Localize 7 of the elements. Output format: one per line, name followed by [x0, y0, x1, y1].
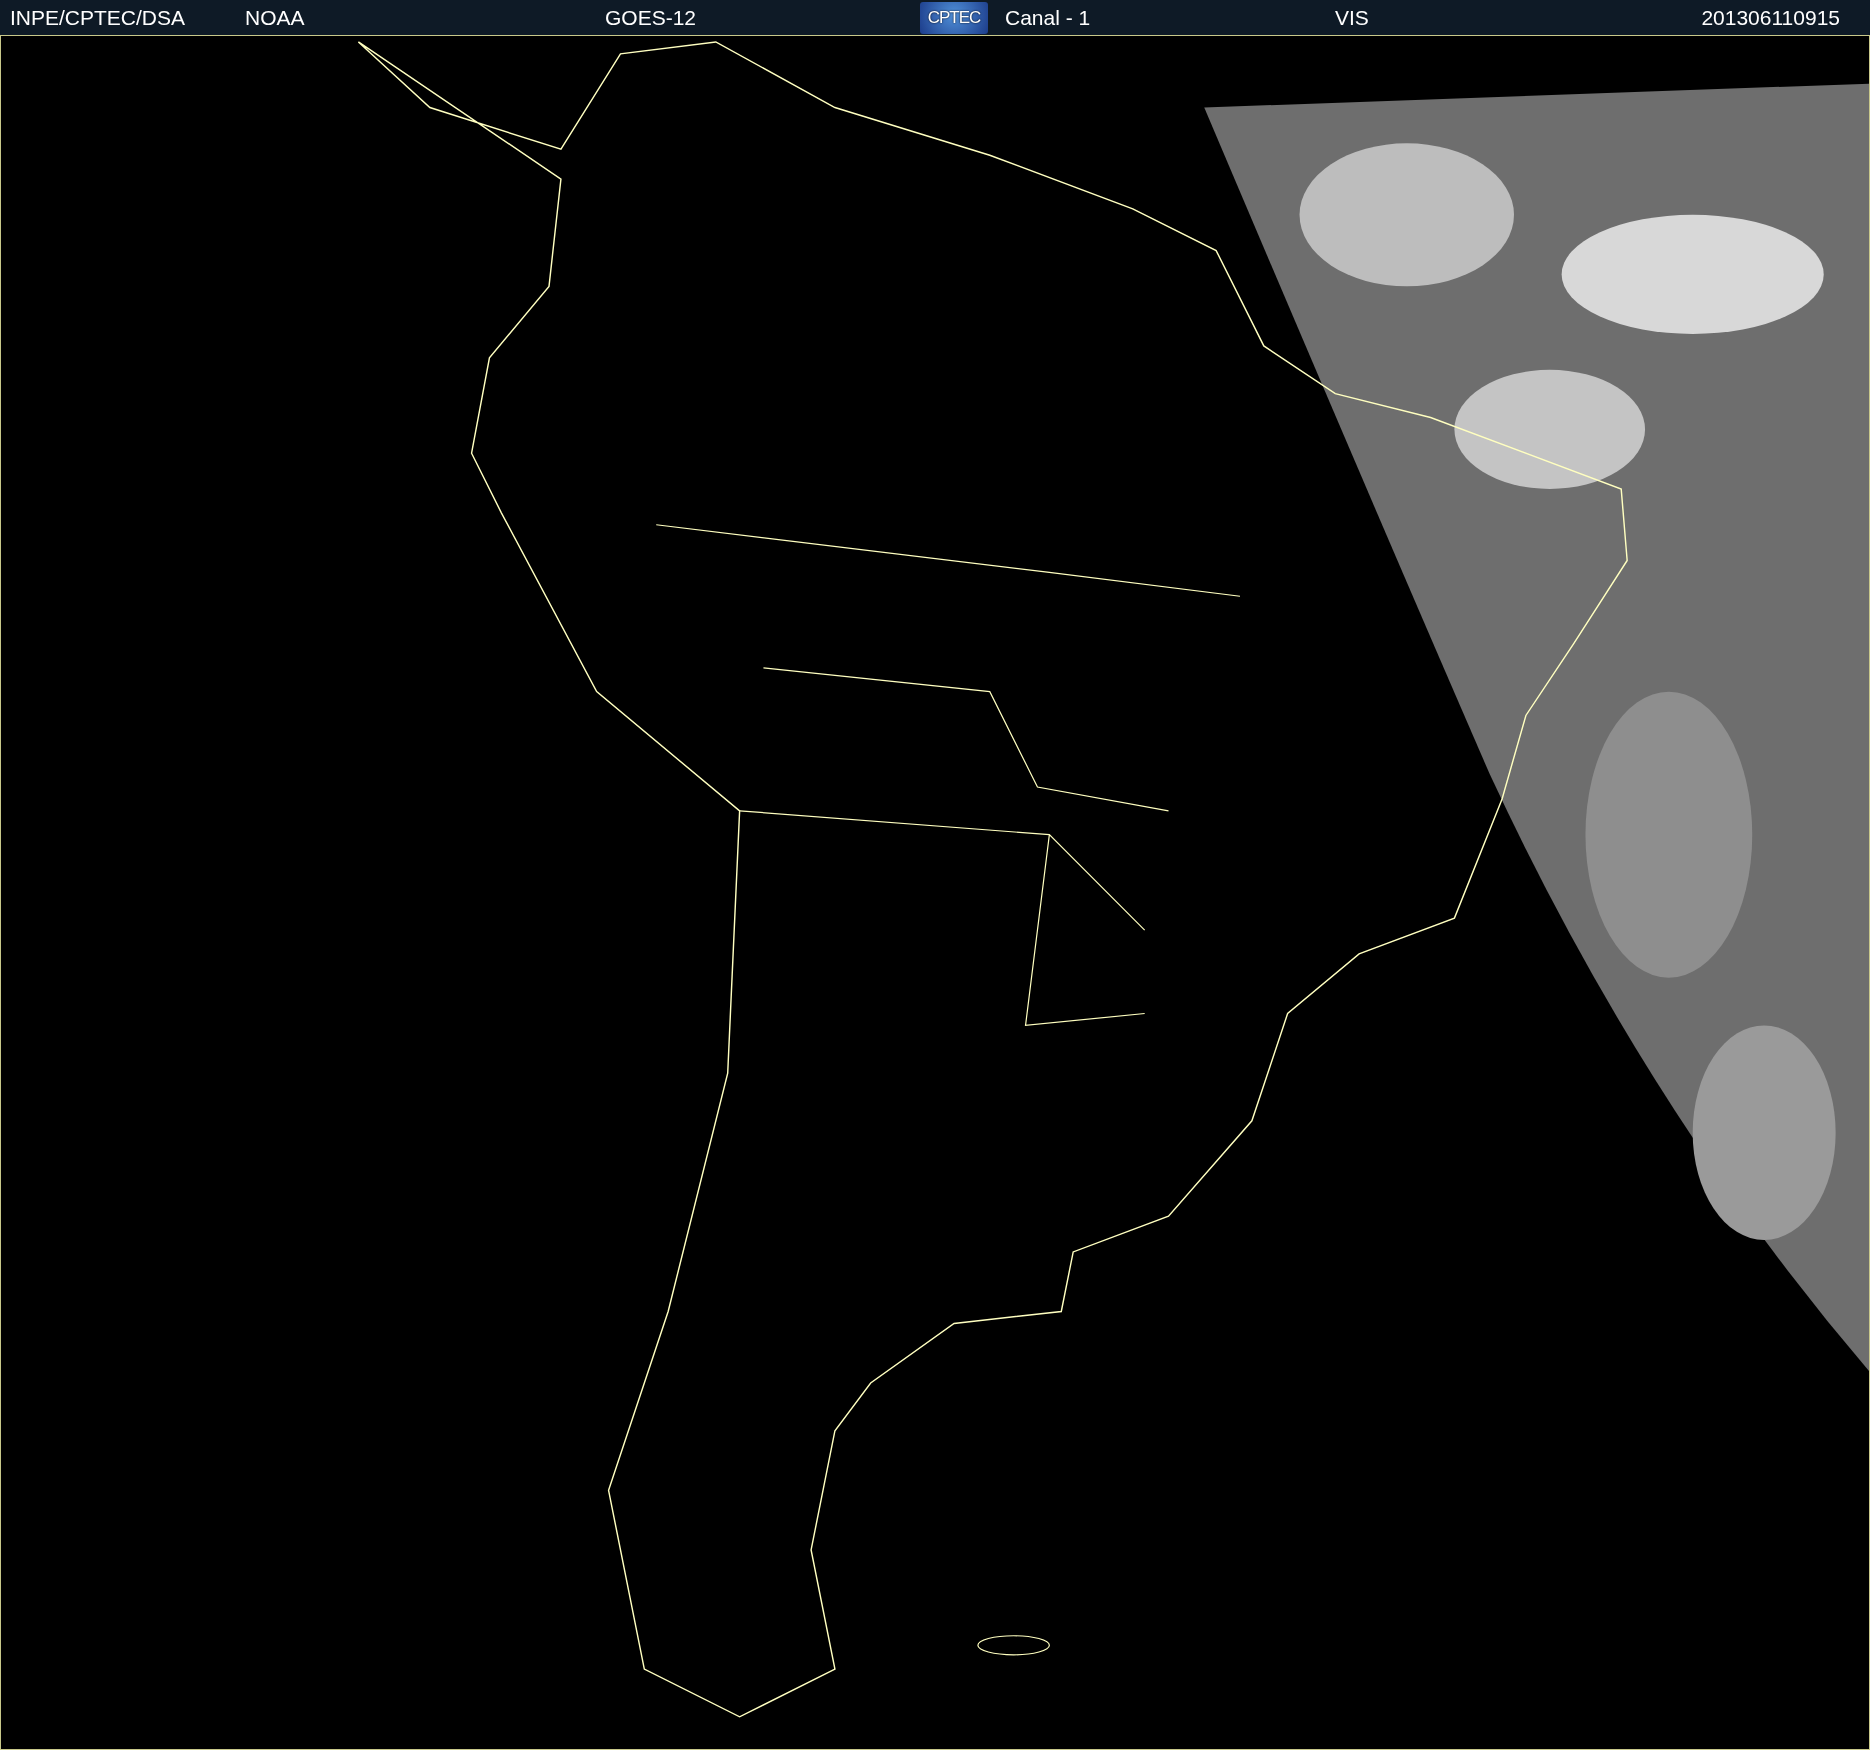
satellite-label: GOES-12 [605, 5, 697, 30]
band-label: VIS [1335, 5, 1369, 30]
timestamp-label: 201306110915 [1701, 5, 1840, 30]
channel-label: Canal - 1 [1005, 5, 1091, 30]
agency-label: NOAA [245, 5, 305, 30]
source-label: INPE/CPTEC/DSA [10, 5, 186, 30]
logo: CPTEC [920, 1, 988, 34]
